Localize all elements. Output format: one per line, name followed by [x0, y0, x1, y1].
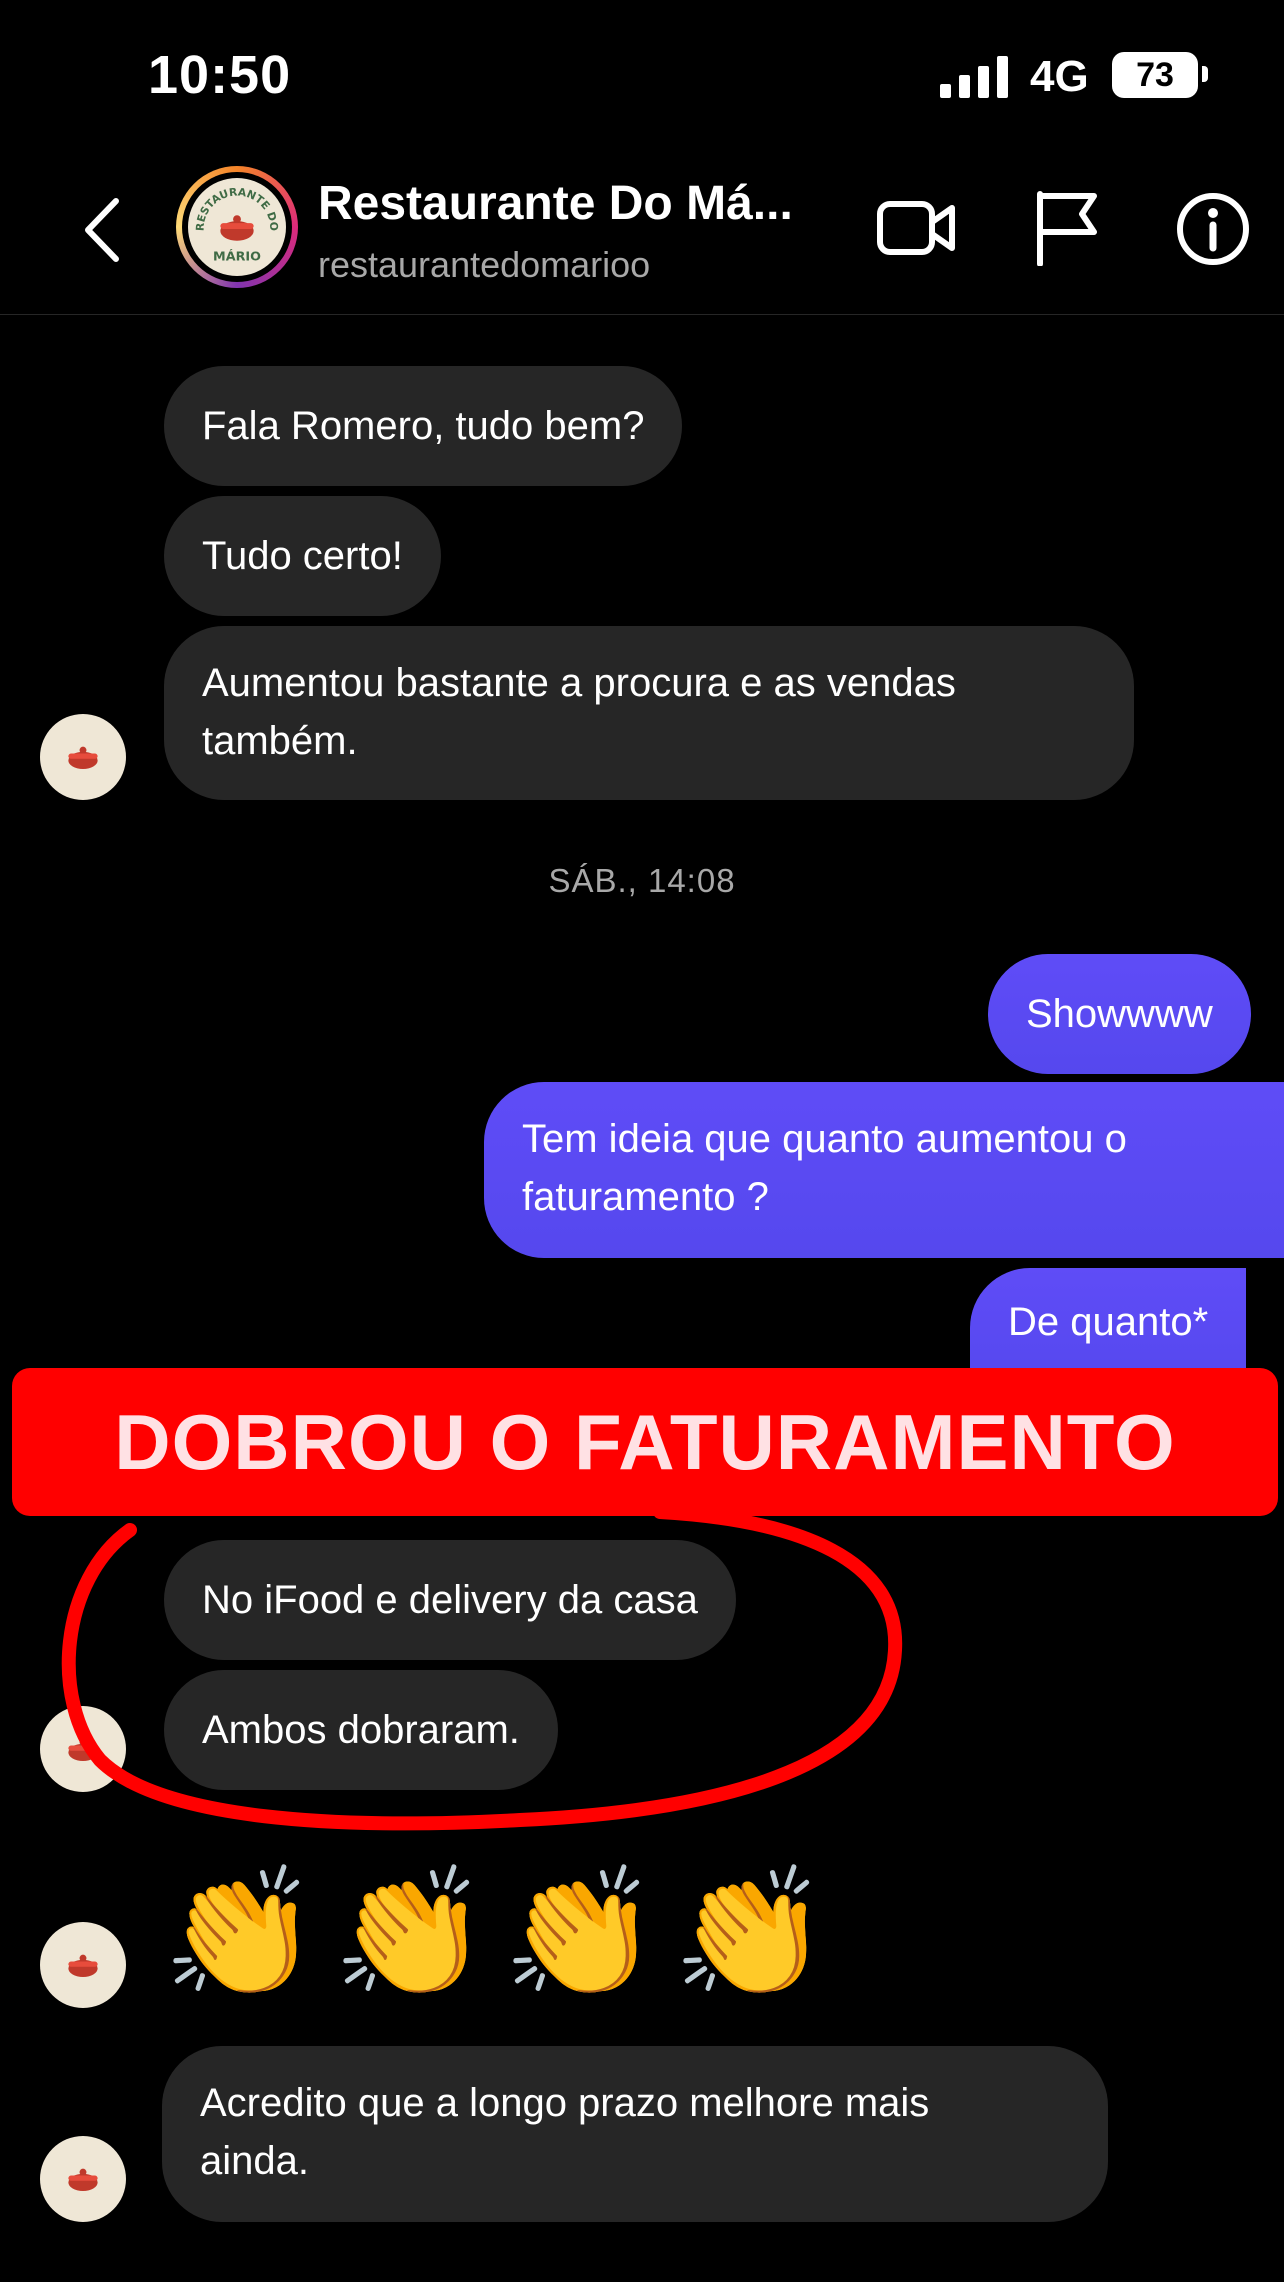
battery-icon: 73: [1112, 52, 1198, 98]
status-bar: 10:50 4G 73: [0, 0, 1284, 150]
received-message[interactable]: Tudo certo!: [164, 496, 441, 616]
message-line: Acredito que a longo prazo melhore mais: [200, 2081, 930, 2125]
avatar-ring-inner: RESTAURANTE DO MÁRIO: [182, 172, 292, 282]
video-call-icon[interactable]: [876, 196, 956, 260]
highlight-banner: DOBROU O FATURAMENTO: [12, 1368, 1278, 1516]
sender-avatar[interactable]: [40, 714, 126, 800]
banner-text: DOBROU O FATURAMENTO: [114, 1398, 1176, 1486]
received-message[interactable]: Acredito que a longo prazo melhore mais …: [162, 2046, 1108, 2222]
red-circle-annotation: [61, 1505, 903, 1831]
message-line: também.: [202, 719, 358, 763]
date-separator: SÁB., 14:08: [548, 862, 736, 899]
clap-emoji: 👏: [332, 1862, 489, 2003]
chat-title[interactable]: Restaurante Do Má...: [318, 176, 793, 231]
received-message[interactable]: Aumentou bastante a procura e as vendas …: [164, 626, 1134, 800]
clap-emoji: 👏: [502, 1862, 659, 2003]
battery-nub: [1202, 66, 1208, 82]
emoji-message[interactable]: 👏 👏 👏 👏: [162, 1848, 862, 2018]
back-arrow-icon[interactable]: [78, 195, 128, 265]
message-line: Tem ideia que quanto aumentou o: [522, 1117, 1127, 1161]
clap-emoji: 👏: [672, 1862, 829, 2003]
sender-avatar[interactable]: [40, 2136, 126, 2222]
message-line: ainda.: [200, 2139, 309, 2183]
sent-message[interactable]: Showwww: [988, 954, 1251, 1074]
sender-avatar[interactable]: [40, 1922, 126, 2008]
chat-username[interactable]: restaurantedomarioo: [318, 244, 650, 286]
received-message[interactable]: Fala Romero, tudo bem?: [164, 366, 683, 486]
restaurant-logo: RESTAURANTE DO MÁRIO: [188, 178, 286, 276]
info-icon[interactable]: [1176, 192, 1250, 266]
clap-emoji: 👏: [162, 1862, 319, 2003]
message-line: Aumentou bastante a procura e as vendas: [202, 661, 956, 705]
network-label: 4G: [1030, 52, 1089, 101]
message-line: faturamento ?: [522, 1175, 769, 1219]
status-time: 10:50: [148, 45, 292, 105]
header-avatar[interactable]: RESTAURANTE DO MÁRIO: [176, 166, 298, 288]
svg-text:MÁRIO: MÁRIO: [213, 248, 261, 264]
signal-icon: [940, 56, 1008, 98]
flag-icon[interactable]: [1034, 190, 1098, 266]
sent-message[interactable]: Tem ideia que quanto aumentou o faturame…: [484, 1082, 1284, 1258]
